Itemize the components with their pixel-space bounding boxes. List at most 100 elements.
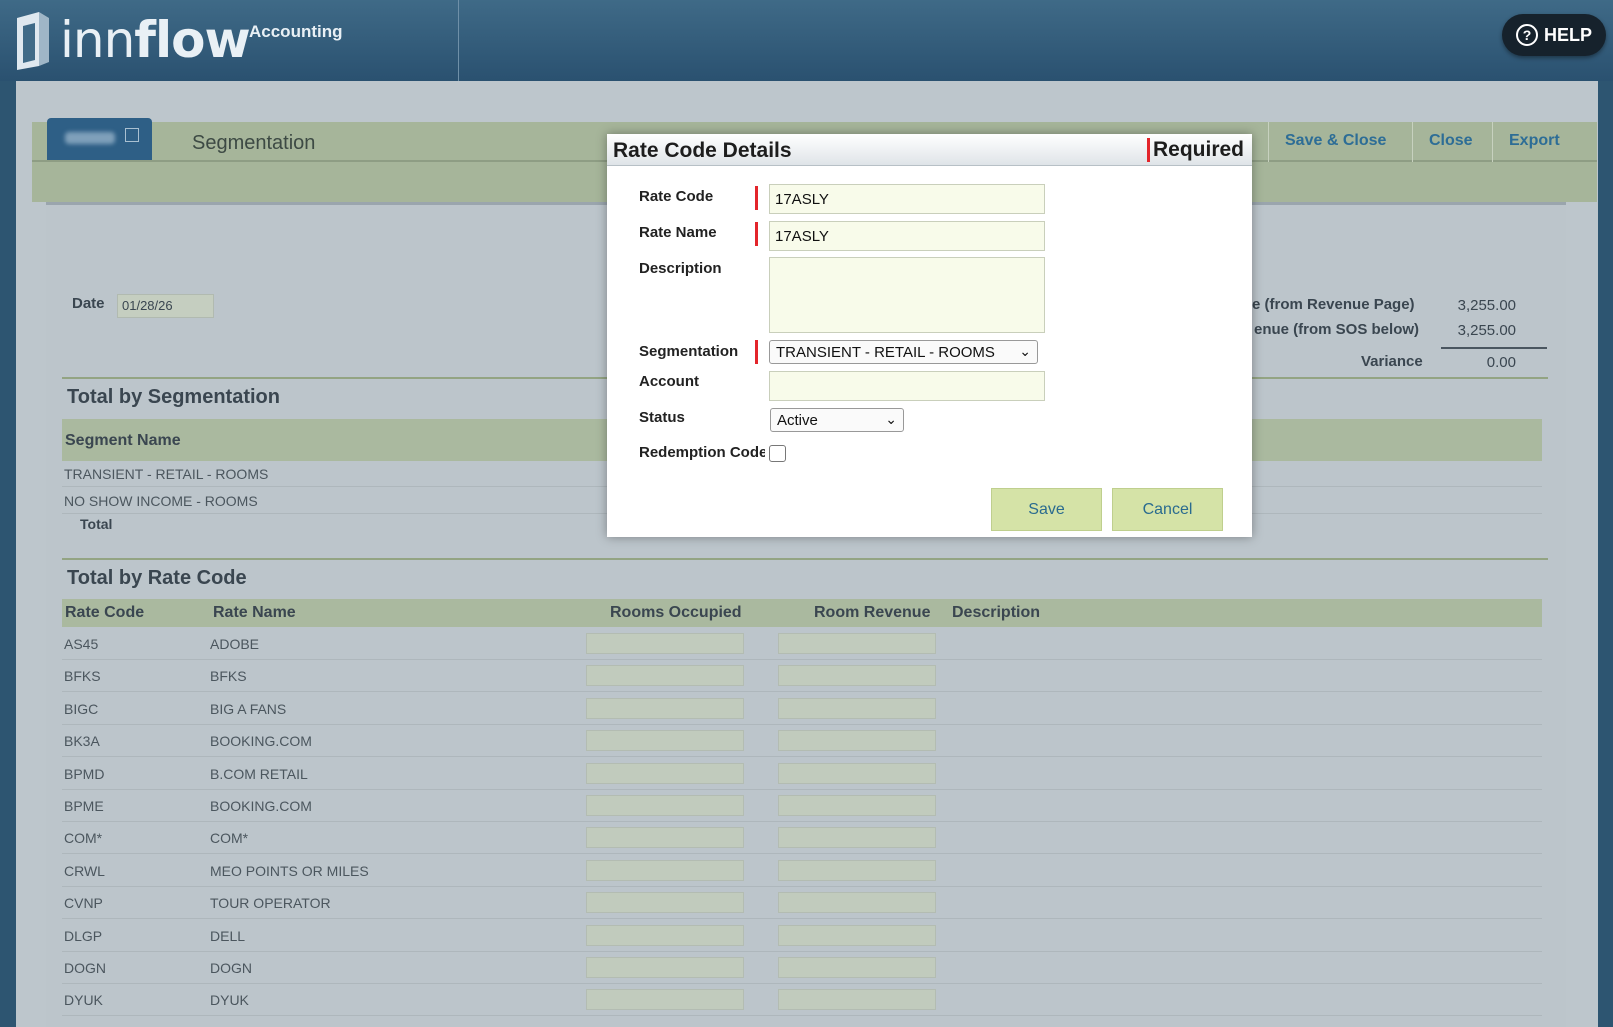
rate-name-cell: ADOBE (210, 636, 260, 652)
rooms-occupied-input[interactable] (586, 730, 744, 752)
dialog-title: Rate Code Details (613, 139, 792, 162)
rate-name-label: Rate Name (639, 224, 717, 241)
rooms-occupied-input[interactable] (586, 957, 744, 978)
logo-text-light: inn (60, 11, 135, 69)
rate-code-row: BPMD B.COM RETAIL (62, 758, 1542, 790)
room-revenue-input[interactable] (778, 633, 936, 654)
dialog-header: Rate Code Details Required (607, 134, 1252, 166)
segmentation-selected-value: TRANSIENT - RETAIL - ROOMS (776, 344, 995, 361)
variance-label: Variance (1361, 353, 1423, 370)
variance-value: 0.00 (1486, 354, 1516, 371)
rooms-occupied-input[interactable] (586, 697, 744, 719)
rate-code-cell: BK3A (64, 733, 100, 750)
chevron-down-icon: ⌄ (885, 411, 897, 427)
room-revenue-input[interactable] (778, 924, 936, 946)
rate-code-cell: COM* (64, 830, 103, 847)
rate-code-rule (62, 558, 1548, 560)
rate-code-cell: BFKS (64, 668, 101, 685)
description-textarea[interactable] (769, 257, 1045, 333)
room-revenue-input[interactable] (778, 859, 936, 881)
room-revenue-input[interactable] (778, 795, 936, 816)
rate-name-cell: TOUR OPERATOR (210, 895, 331, 912)
account-label: Account (639, 373, 699, 390)
rate-name-col-header: Rate Name (213, 604, 296, 621)
room-revenue-input[interactable] (778, 957, 936, 978)
rate-name-cell: COM* (210, 830, 249, 847)
rooms-occupied-input[interactable] (586, 989, 744, 1011)
variance-rule (1441, 347, 1547, 349)
innflow-logo-icon (17, 12, 49, 70)
description-col-header: Description (952, 604, 1041, 621)
status-select[interactable]: Active ⌄ (770, 408, 904, 432)
room-revenue-input[interactable] (778, 762, 936, 784)
top-bar: innflow Accounting ? HELP (0, 0, 1613, 81)
rate-code-row: BPME BOOKING.COM (62, 790, 1542, 822)
segmentation-select[interactable]: TRANSIENT - RETAIL - ROOMS ⌄ (769, 340, 1038, 364)
rate-code-col-header: Rate Code (65, 604, 145, 621)
rate-name-cell: DELL (210, 927, 246, 944)
rate-code-title: Total by Rate Code (67, 567, 247, 589)
rate-name-cell: DOGN (210, 960, 252, 976)
room-revenue-input[interactable] (778, 989, 936, 1011)
save-button[interactable]: Save (991, 488, 1102, 531)
rate-code-cell: BPME (64, 798, 104, 814)
room-revenue-input[interactable] (778, 892, 936, 914)
rate-name-cell: MEO POINTS OR MILES (210, 862, 369, 879)
rate-code-cell: BPMD (64, 765, 105, 782)
rate-code-label: Rate Code (639, 188, 714, 205)
save-close-link[interactable]: Save & Close (1268, 122, 1402, 162)
rooms-occupied-input[interactable] (586, 924, 744, 946)
rate-code-cell: DOGN (64, 960, 106, 976)
revenue-page-value: 3,255.00 (1457, 297, 1516, 314)
rate-code-required-marker (755, 186, 758, 210)
rate-code-cell: DLGP (64, 927, 103, 944)
app-name: Accounting (249, 22, 343, 41)
close-link[interactable]: Close (1412, 122, 1489, 162)
rooms-occupied-input[interactable] (586, 795, 744, 816)
rate-name-cell: B.COM RETAIL (210, 765, 308, 782)
rooms-occupied-input[interactable] (586, 892, 744, 914)
rate-code-row: BK3A BOOKING.COM (62, 725, 1542, 758)
room-revenue-input[interactable] (778, 697, 936, 719)
rate-code-row: COM* COM* (62, 822, 1542, 855)
rate-code-cell: CRWL (64, 862, 105, 879)
rooms-occupied-input[interactable] (586, 859, 744, 881)
room-revenue-input[interactable] (778, 730, 936, 752)
export-link[interactable]: Export (1492, 122, 1576, 162)
cancel-button[interactable]: Cancel (1112, 488, 1223, 531)
rooms-occupied-input[interactable] (586, 762, 744, 784)
room-revenue-input[interactable] (778, 827, 936, 849)
date-label: Date (72, 295, 105, 312)
chevron-down-icon: ⌄ (1019, 343, 1031, 359)
rooms-occupied-input[interactable] (586, 827, 744, 849)
rate-code-input[interactable] (769, 184, 1045, 214)
rate-code-row: BFKS BFKS (62, 660, 1542, 693)
logo-text-bold: flow (134, 11, 250, 69)
segment-name-header: Segment Name (65, 432, 181, 449)
help-button[interactable]: ? HELP (1502, 14, 1606, 56)
date-input[interactable]: 01/28/26 (117, 294, 214, 318)
rate-code-row: DYUK DYUK (62, 984, 1542, 1017)
rate-name-cell: BIG A FANS (210, 700, 287, 717)
account-input[interactable] (769, 371, 1045, 401)
rate-name-cell: BOOKING.COM (210, 733, 312, 750)
segmentation-label: Segmentation (639, 343, 739, 360)
rate-name-cell: BFKS (210, 668, 247, 685)
rooms-occupied-input[interactable] (586, 665, 744, 687)
room-revenue-input[interactable] (778, 665, 936, 687)
rate-name-cell: BOOKING.COM (210, 798, 312, 814)
rooms-occupied-input[interactable] (586, 633, 744, 654)
rate-code-row: DOGN DOGN (62, 952, 1542, 984)
redemption-code-label: Redemption Code (639, 444, 765, 461)
rate-code-cell: BIGC (64, 700, 99, 717)
sos-revenue-label: enue (from SOS below) (1254, 321, 1420, 338)
rate-code-row: AS45 ADOBE (62, 628, 1542, 660)
redemption-code-checkbox[interactable] (769, 445, 786, 462)
segmentation-title: Total by Segmentation (67, 386, 280, 408)
rate-code-row: DLGP DELL (62, 920, 1542, 952)
required-marker (1147, 138, 1150, 162)
property-selector[interactable] (47, 118, 152, 160)
question-circle-icon: ? (1515, 24, 1538, 46)
rate-name-input[interactable] (769, 221, 1045, 251)
rate-name-required-marker (755, 222, 758, 246)
